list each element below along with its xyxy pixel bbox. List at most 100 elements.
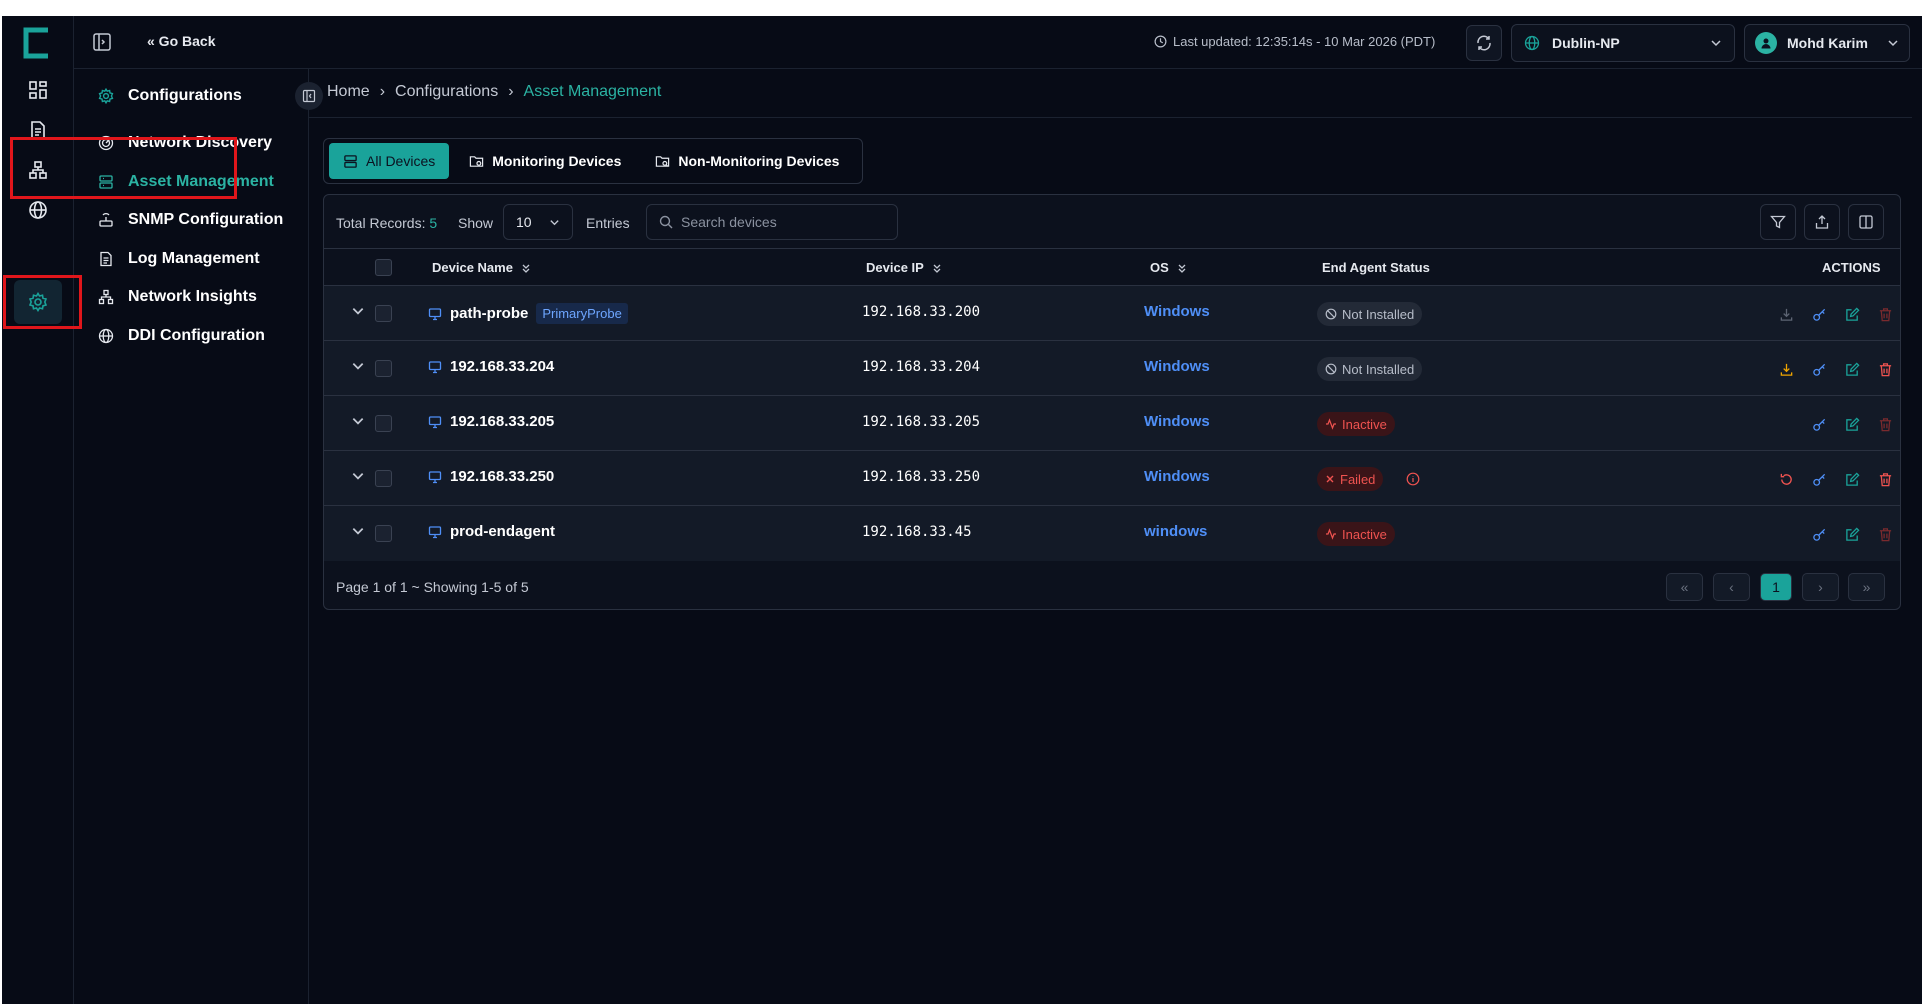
row-checkbox[interactable] (375, 470, 392, 487)
delete-icon[interactable] (1875, 524, 1895, 544)
delete-icon[interactable] (1875, 469, 1895, 489)
table-row[interactable]: path-probe PrimaryProbe 192.168.33.200 W… (324, 286, 1900, 341)
header-os[interactable]: OS (1150, 260, 1187, 275)
key-icon[interactable] (1809, 524, 1829, 544)
status-badge: Inactive (1317, 522, 1395, 546)
activity-icon (1326, 418, 1336, 430)
breadcrumb: Home › Configurations › Asset Management (327, 83, 661, 101)
columns-icon (1859, 215, 1873, 229)
retry-icon[interactable] (1776, 469, 1796, 489)
device-ip: 192.168.33.45 (862, 524, 972, 540)
row-checkbox[interactable] (375, 360, 392, 377)
delete-icon[interactable] (1875, 304, 1895, 324)
row-checkbox[interactable] (375, 305, 392, 322)
header-label: Device Name (432, 260, 513, 275)
delete-icon[interactable] (1875, 414, 1895, 434)
edit-icon[interactable] (1842, 524, 1862, 544)
device-os[interactable]: Windows (1144, 413, 1210, 430)
table-row[interactable]: 192.168.33.205 192.168.33.205 Windows In… (324, 396, 1900, 451)
first-page-button[interactable]: « (1666, 573, 1703, 601)
edit-icon[interactable] (1842, 359, 1862, 379)
tab-label: Non-Monitoring Devices (678, 153, 840, 169)
device-name-text: 192.168.33.250 (450, 468, 555, 485)
app-logo[interactable] (18, 24, 56, 62)
tab-non-monitoring-devices[interactable]: Non-Monitoring Devices (641, 143, 853, 179)
prev-page-button[interactable]: ‹ (1713, 573, 1750, 601)
header-device-ip[interactable]: Device IP (866, 260, 942, 275)
export-button[interactable] (1804, 204, 1840, 240)
topology-icon[interactable] (14, 148, 62, 192)
device-name-text: prod-endagent (450, 523, 555, 540)
table-row[interactable]: prod-endagent 192.168.33.45 windows Inac… (324, 506, 1900, 561)
total-records-value: 5 (429, 215, 438, 231)
device-name: path-probe PrimaryProbe (428, 303, 628, 324)
clock-icon (1154, 35, 1167, 48)
chevron-down-icon (1711, 40, 1721, 47)
refresh-icon (1477, 35, 1491, 51)
header-label: OS (1150, 260, 1169, 275)
sidebar-toggle-icon[interactable] (92, 32, 114, 54)
user-menu[interactable]: Mohd Karim (1744, 24, 1910, 62)
edit-icon[interactable] (1842, 304, 1862, 324)
globe-icon[interactable] (14, 188, 62, 232)
columns-button[interactable] (1848, 204, 1884, 240)
report-icon[interactable] (14, 108, 62, 152)
settings-icon[interactable] (14, 280, 62, 324)
sidebar-item-network-insights[interactable]: Network Insights (98, 275, 303, 319)
key-icon[interactable] (1809, 359, 1829, 379)
table-row[interactable]: 192.168.33.204 192.168.33.204 Windows No… (324, 341, 1900, 396)
sidebar-item-snmp-configuration[interactable]: SNMP Configuration (98, 198, 303, 242)
page-1-button[interactable]: 1 (1760, 573, 1792, 601)
search-input[interactable] (681, 214, 881, 230)
device-os[interactable]: Windows (1144, 358, 1210, 375)
download-agent-icon[interactable] (1776, 359, 1796, 379)
chevron-down-icon[interactable] (351, 414, 365, 428)
breadcrumb-configurations[interactable]: Configurations (395, 83, 498, 101)
app-window: « Go Back Last updated: 12:35:14s - 10 M… (2, 16, 1922, 1004)
row-checkbox[interactable] (375, 415, 392, 432)
select-all-checkbox[interactable] (375, 259, 392, 276)
breadcrumb-current: Asset Management (523, 83, 662, 100)
device-os[interactable]: Windows (1144, 468, 1210, 485)
row-checkbox[interactable] (375, 525, 392, 542)
tab-monitoring-devices[interactable]: Monitoring Devices (455, 143, 635, 179)
chevron-down-icon[interactable] (351, 524, 365, 538)
chevron-down-icon[interactable] (351, 304, 365, 318)
go-back-link[interactable]: « Go Back (147, 33, 215, 49)
key-icon[interactable] (1809, 469, 1829, 489)
tab-all-devices[interactable]: All Devices (329, 143, 450, 179)
not-installed-icon (1325, 363, 1337, 375)
chevron-down-icon[interactable] (351, 469, 365, 483)
sidebar-item-label: Network Insights (128, 288, 257, 305)
refresh-button[interactable] (1466, 25, 1502, 61)
table-row[interactable]: 192.168.33.250 192.168.33.250 Windows Fa… (324, 451, 1900, 506)
device-os[interactable]: Windows (1144, 303, 1210, 320)
key-icon[interactable] (1809, 304, 1829, 324)
last-page-button[interactable]: » (1848, 573, 1885, 601)
chevron-down-icon[interactable] (351, 359, 365, 373)
sidebar-title-text: Configurations (128, 87, 242, 104)
edit-icon[interactable] (1842, 414, 1862, 434)
next-page-button[interactable]: › (1802, 573, 1839, 601)
sort-icon (933, 264, 941, 273)
collapse-sidebar-button[interactable] (295, 82, 323, 110)
globe-icon (1524, 35, 1540, 51)
sidebar-item-label: SNMP Configuration (128, 211, 284, 228)
header-device-name[interactable]: Device Name (432, 260, 531, 275)
sidebar-item-label: Asset Management (128, 173, 274, 190)
filter-button[interactable] (1760, 204, 1796, 240)
edit-icon[interactable] (1842, 469, 1862, 489)
status-text: Not Installed (1342, 361, 1415, 377)
info-icon[interactable] (1406, 472, 1420, 486)
delete-icon[interactable] (1875, 359, 1895, 379)
device-os[interactable]: windows (1144, 523, 1207, 540)
site-select[interactable]: Dublin-NP (1511, 24, 1735, 62)
page-size-select[interactable]: 10 (503, 204, 573, 240)
sidebar-item-network-discovery[interactable]: Network Discovery (98, 121, 303, 165)
download-agent-icon[interactable] (1776, 304, 1796, 324)
sidebar-item-ddi-configuration[interactable]: DDI Configuration (98, 314, 303, 358)
primary-probe-badge: PrimaryProbe (536, 303, 628, 324)
key-icon[interactable] (1809, 414, 1829, 434)
dashboard-icon[interactable] (14, 68, 62, 112)
breadcrumb-home[interactable]: Home (327, 83, 370, 101)
